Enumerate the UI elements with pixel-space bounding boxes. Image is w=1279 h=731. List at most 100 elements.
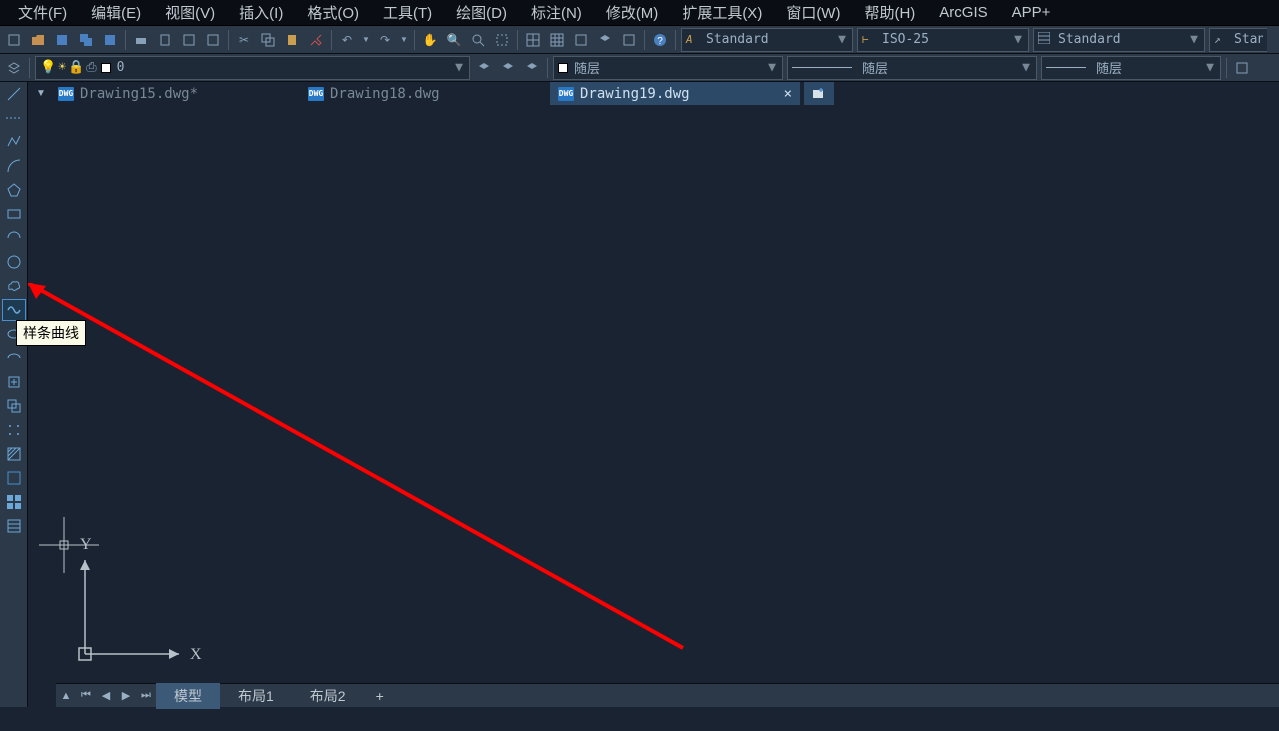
grid-icon[interactable] bbox=[547, 30, 567, 50]
copy-icon[interactable] bbox=[258, 30, 278, 50]
print-icon[interactable] bbox=[131, 30, 151, 50]
toolbar-layers: 💡 ☀ 🔒 ⎙ 0 ▼ 随层 ▼ 随层 ▼ 随层 ▼ bbox=[0, 54, 1279, 82]
menu-app-plus[interactable]: APP+ bbox=[1000, 2, 1063, 23]
redo-icon[interactable]: ↷ bbox=[375, 30, 395, 50]
hatch-tool[interactable] bbox=[2, 443, 26, 465]
polyline-tool[interactable] bbox=[2, 131, 26, 153]
circle-tool[interactable] bbox=[2, 251, 26, 273]
print-preview-icon[interactable] bbox=[155, 30, 175, 50]
other-style-dropdown[interactable]: ↗ Stan bbox=[1209, 28, 1267, 52]
layout-first-button[interactable]: ⏮ bbox=[76, 686, 96, 706]
zoom-window-icon[interactable] bbox=[492, 30, 512, 50]
table-style-dropdown[interactable]: Standard ▼ bbox=[1033, 28, 1205, 52]
new-icon[interactable] bbox=[4, 30, 24, 50]
layout-next-button[interactable]: ▶ bbox=[116, 686, 136, 706]
menu-help[interactable]: 帮助(H) bbox=[852, 0, 927, 25]
zoom-extents-icon[interactable] bbox=[468, 30, 488, 50]
spline-tool[interactable] bbox=[2, 299, 26, 321]
layout-prev-button[interactable]: ◀ bbox=[96, 686, 116, 706]
dim-style-dropdown[interactable]: ⊢ ISO-25 ▼ bbox=[857, 28, 1029, 52]
dropdown-icon: ▼ bbox=[1012, 32, 1024, 47]
arc2-tool[interactable] bbox=[2, 227, 26, 249]
construction-line-tool[interactable] bbox=[2, 107, 26, 129]
table-icon[interactable] bbox=[523, 30, 543, 50]
menu-file[interactable]: 文件(F) bbox=[6, 0, 79, 25]
new-tab-button[interactable] bbox=[804, 82, 834, 105]
layout-menu-button[interactable]: ▲ bbox=[56, 686, 76, 706]
point-tool[interactable] bbox=[2, 419, 26, 441]
layer-tools-3-icon[interactable] bbox=[522, 58, 542, 78]
layer-name: 0 bbox=[117, 60, 453, 75]
layer-dropdown[interactable]: 💡 ☀ 🔒 ⎙ 0 ▼ bbox=[35, 56, 470, 80]
mleader-icon: ↗ bbox=[1214, 33, 1230, 46]
cut-icon[interactable]: ✂ bbox=[234, 30, 254, 50]
drawing-canvas[interactable]: ▼ DWG Drawing15.dwg* DWG Drawing18.dwg D… bbox=[28, 82, 1279, 707]
layout-tab-model[interactable]: 模型 bbox=[156, 683, 220, 709]
layer-tools-1-icon[interactable] bbox=[474, 58, 494, 78]
revision-cloud-tool[interactable] bbox=[2, 275, 26, 297]
region-tool[interactable] bbox=[2, 491, 26, 513]
properties-icon[interactable] bbox=[571, 30, 591, 50]
linetype-dropdown[interactable]: 随层 ▼ bbox=[787, 56, 1037, 80]
add-layout-button[interactable]: + bbox=[364, 685, 396, 707]
publish-icon[interactable] bbox=[203, 30, 223, 50]
paste-icon[interactable] bbox=[282, 30, 302, 50]
lineweight-value: 随层 bbox=[1096, 58, 1204, 77]
menu-annotate[interactable]: 标注(N) bbox=[519, 0, 594, 25]
color-dropdown[interactable]: 随层 ▼ bbox=[553, 56, 783, 80]
layers-icon[interactable] bbox=[595, 30, 615, 50]
menu-format[interactable]: 格式(O) bbox=[295, 0, 371, 25]
file-tab-3[interactable]: DWG Drawing19.dwg × bbox=[550, 82, 800, 105]
ellipse-arc-tool[interactable] bbox=[2, 347, 26, 369]
file-tab-1[interactable]: DWG Drawing15.dwg* bbox=[50, 82, 300, 105]
layout-tab-1[interactable]: 布局1 bbox=[220, 683, 292, 709]
save-icon[interactable] bbox=[52, 30, 72, 50]
menu-extensions[interactable]: 扩展工具(X) bbox=[670, 0, 774, 25]
linetype-value: 随层 bbox=[862, 58, 1020, 77]
pan-icon[interactable]: ✋ bbox=[420, 30, 440, 50]
saveas-icon[interactable] bbox=[100, 30, 120, 50]
line-tool[interactable] bbox=[2, 83, 26, 105]
undo-dd-icon[interactable]: ▼ bbox=[361, 30, 371, 50]
block-insert-tool[interactable] bbox=[2, 371, 26, 393]
design-center-icon[interactable] bbox=[619, 30, 639, 50]
layer-extra-icon[interactable] bbox=[1232, 58, 1252, 78]
saveall-icon[interactable] bbox=[76, 30, 96, 50]
menu-draw[interactable]: 绘图(D) bbox=[444, 0, 519, 25]
linetype-preview bbox=[792, 67, 852, 68]
arc-tool[interactable] bbox=[2, 155, 26, 177]
redo-dd-icon[interactable]: ▼ bbox=[399, 30, 409, 50]
table-tool[interactable] bbox=[2, 515, 26, 537]
open-icon[interactable] bbox=[28, 30, 48, 50]
lineweight-dropdown[interactable]: 随层 ▼ bbox=[1041, 56, 1221, 80]
tab-list-dropdown[interactable]: ▼ bbox=[32, 82, 50, 105]
text-style-dropdown[interactable]: A Standard ▼ bbox=[681, 28, 853, 52]
layer-manager-icon[interactable] bbox=[4, 58, 24, 78]
rectangle-tool[interactable] bbox=[2, 203, 26, 225]
menu-modify[interactable]: 修改(M) bbox=[594, 0, 671, 25]
help-icon[interactable]: ? bbox=[650, 30, 670, 50]
layout-last-button[interactable]: ⏭ bbox=[136, 686, 156, 706]
menu-arcgis[interactable]: ArcGIS bbox=[927, 2, 999, 23]
file-tab-2[interactable]: DWG Drawing18.dwg bbox=[300, 82, 550, 105]
matchprop-icon[interactable] bbox=[306, 30, 326, 50]
layer-tools-2-icon[interactable] bbox=[498, 58, 518, 78]
menu-edit[interactable]: 编辑(E) bbox=[79, 0, 153, 25]
zoom-icon[interactable]: 🔍 bbox=[444, 30, 464, 50]
menu-tools[interactable]: 工具(T) bbox=[371, 0, 444, 25]
svg-text:X: X bbox=[190, 646, 202, 663]
menu-window[interactable]: 窗口(W) bbox=[774, 0, 852, 25]
layer-print-icon: ⎙ bbox=[86, 60, 96, 75]
svg-text:?: ? bbox=[657, 36, 663, 47]
ucs-icon: X Y bbox=[72, 537, 202, 667]
gradient-tool[interactable] bbox=[2, 467, 26, 489]
dropdown-icon: ▼ bbox=[1204, 60, 1216, 75]
plot-icon[interactable] bbox=[179, 30, 199, 50]
layout-tab-2[interactable]: 布局2 bbox=[292, 683, 364, 709]
undo-icon[interactable]: ↶ bbox=[337, 30, 357, 50]
block-create-tool[interactable] bbox=[2, 395, 26, 417]
menu-insert[interactable]: 插入(I) bbox=[227, 0, 295, 25]
close-icon[interactable]: × bbox=[784, 86, 792, 102]
polygon-tool[interactable] bbox=[2, 179, 26, 201]
menu-view[interactable]: 视图(V) bbox=[153, 0, 227, 25]
